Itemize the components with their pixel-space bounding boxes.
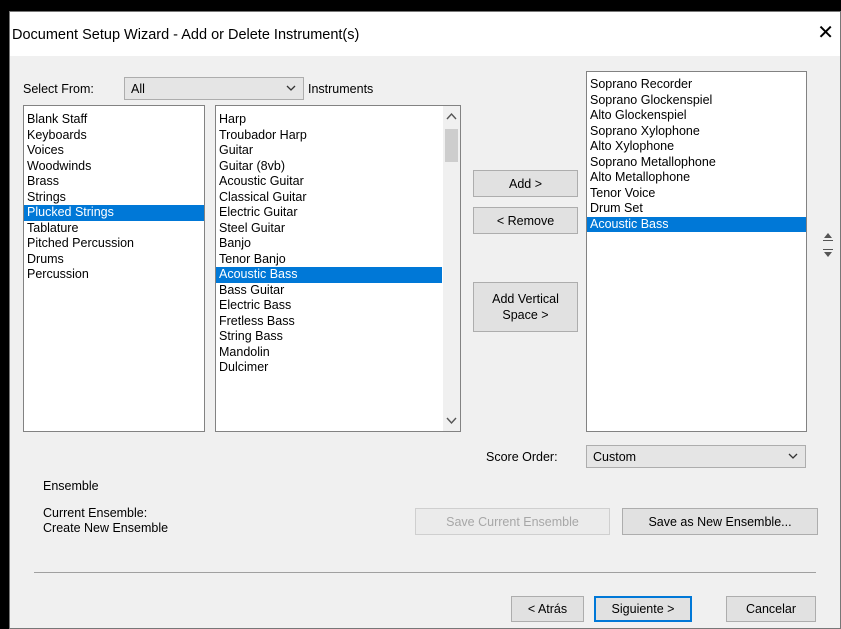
list-item[interactable]: Guitar (8vb) [216,159,442,175]
list-item[interactable]: Percussion [24,267,204,283]
list-item[interactable]: Harp [216,112,442,128]
selected-instrument-list[interactable]: Soprano Recorder Soprano Glockenspiel Alto… [586,71,807,432]
instrument-list[interactable]: Harp Troubador Harp Guitar Guitar (8vb) Acou… [215,105,461,432]
list-item[interactable]: Plucked Strings [24,205,204,221]
list-item[interactable]: Electric Bass [216,298,442,314]
save-current-ensemble-button: Save Current Ensemble [415,508,610,535]
list-item[interactable]: Electric Guitar [216,205,442,221]
list-item[interactable]: Banjo [216,236,442,252]
list-item[interactable]: Tablature [24,221,204,237]
list-item[interactable]: Keyboards [24,128,204,144]
list-item[interactable]: Blank Staff [24,112,204,128]
list-item[interactable]: Brass [24,174,204,190]
list-item[interactable]: Acoustic Guitar [216,174,442,190]
list-item[interactable]: Acoustic Bass [587,216,806,232]
back-button[interactable]: < Atrás [511,596,584,622]
dialog-window: Document Setup Wizard - Add or Delete In… [9,11,841,629]
list-item[interactable]: Steel Guitar [216,221,442,237]
score-order-label: Score Order: [486,450,558,464]
list-item[interactable]: Alto Metallophone [587,170,806,186]
list-item[interactable]: Alto Xylophone [587,139,806,155]
chevron-down-icon [286,85,296,91]
list-item[interactable]: Drums [24,252,204,268]
list-item[interactable]: Strings [24,190,204,206]
move-up-icon[interactable] [822,229,834,241]
list-item[interactable]: Tenor Voice [587,186,806,202]
instrument-list-scrollbar[interactable] [443,106,460,431]
list-item[interactable]: Acoustic Bass [216,267,442,283]
list-item[interactable]: Voices [24,143,204,159]
list-item[interactable]: Soprano Metallophone [587,155,806,171]
list-item[interactable]: Soprano Glockenspiel [587,93,806,109]
list-item[interactable]: Pitched Percussion [24,236,204,252]
list-item[interactable]: Soprano Recorder [587,77,806,93]
list-item[interactable]: Soprano Xylophone [587,124,806,140]
instruments-label: Instruments [308,82,374,96]
close-icon[interactable]: ✕ [817,23,834,43]
scroll-down-icon[interactable] [443,412,460,429]
list-item[interactable]: Alto Glockenspiel [587,108,806,124]
list-item[interactable]: Drum Set [587,201,806,217]
ensemble-heading: Ensemble [43,479,99,493]
current-ensemble-label: Current Ensemble: [43,506,148,520]
list-item[interactable]: Troubador Harp [216,128,442,144]
chevron-down-icon [788,453,798,459]
separator [34,572,816,573]
move-down-icon[interactable] [822,248,834,260]
list-item[interactable]: Classical Guitar [216,190,442,206]
family-list[interactable]: Blank Staff Keyboards Voices Woodwinds Brass… [23,105,205,432]
select-from-value: All [131,82,145,96]
score-order-dropdown[interactable]: Custom [586,445,806,468]
score-order-value: Custom [593,450,637,464]
list-item[interactable]: Guitar [216,143,442,159]
select-from-label: Select From: [23,82,94,96]
next-button[interactable]: Siguiente > [594,596,692,622]
list-item[interactable]: Tenor Banjo [216,252,442,268]
list-item[interactable]: Bass Guitar [216,283,442,299]
list-item[interactable]: Fretless Bass [216,314,442,330]
title-bar: Document Setup Wizard - Add or Delete In… [10,12,840,56]
scroll-thumb[interactable] [445,129,458,162]
select-from-dropdown[interactable]: All [124,77,304,100]
add-button[interactable]: Add > [473,170,578,197]
list-item[interactable]: Dulcimer [216,360,442,376]
cancel-button[interactable]: Cancelar [726,596,816,622]
list-item[interactable]: String Bass [216,329,442,345]
scroll-up-icon[interactable] [443,108,460,125]
list-item[interactable]: Woodwinds [24,159,204,175]
save-as-new-ensemble-button[interactable]: Save as New Ensemble... [622,508,818,535]
current-ensemble-value: Create New Ensemble [43,521,169,535]
remove-button[interactable]: < Remove [473,207,578,234]
add-vertical-space-button[interactable]: Add Vertical Space > [473,282,578,332]
list-item[interactable]: Mandolin [216,345,442,361]
window-title: Document Setup Wizard - Add or Delete In… [12,27,360,43]
